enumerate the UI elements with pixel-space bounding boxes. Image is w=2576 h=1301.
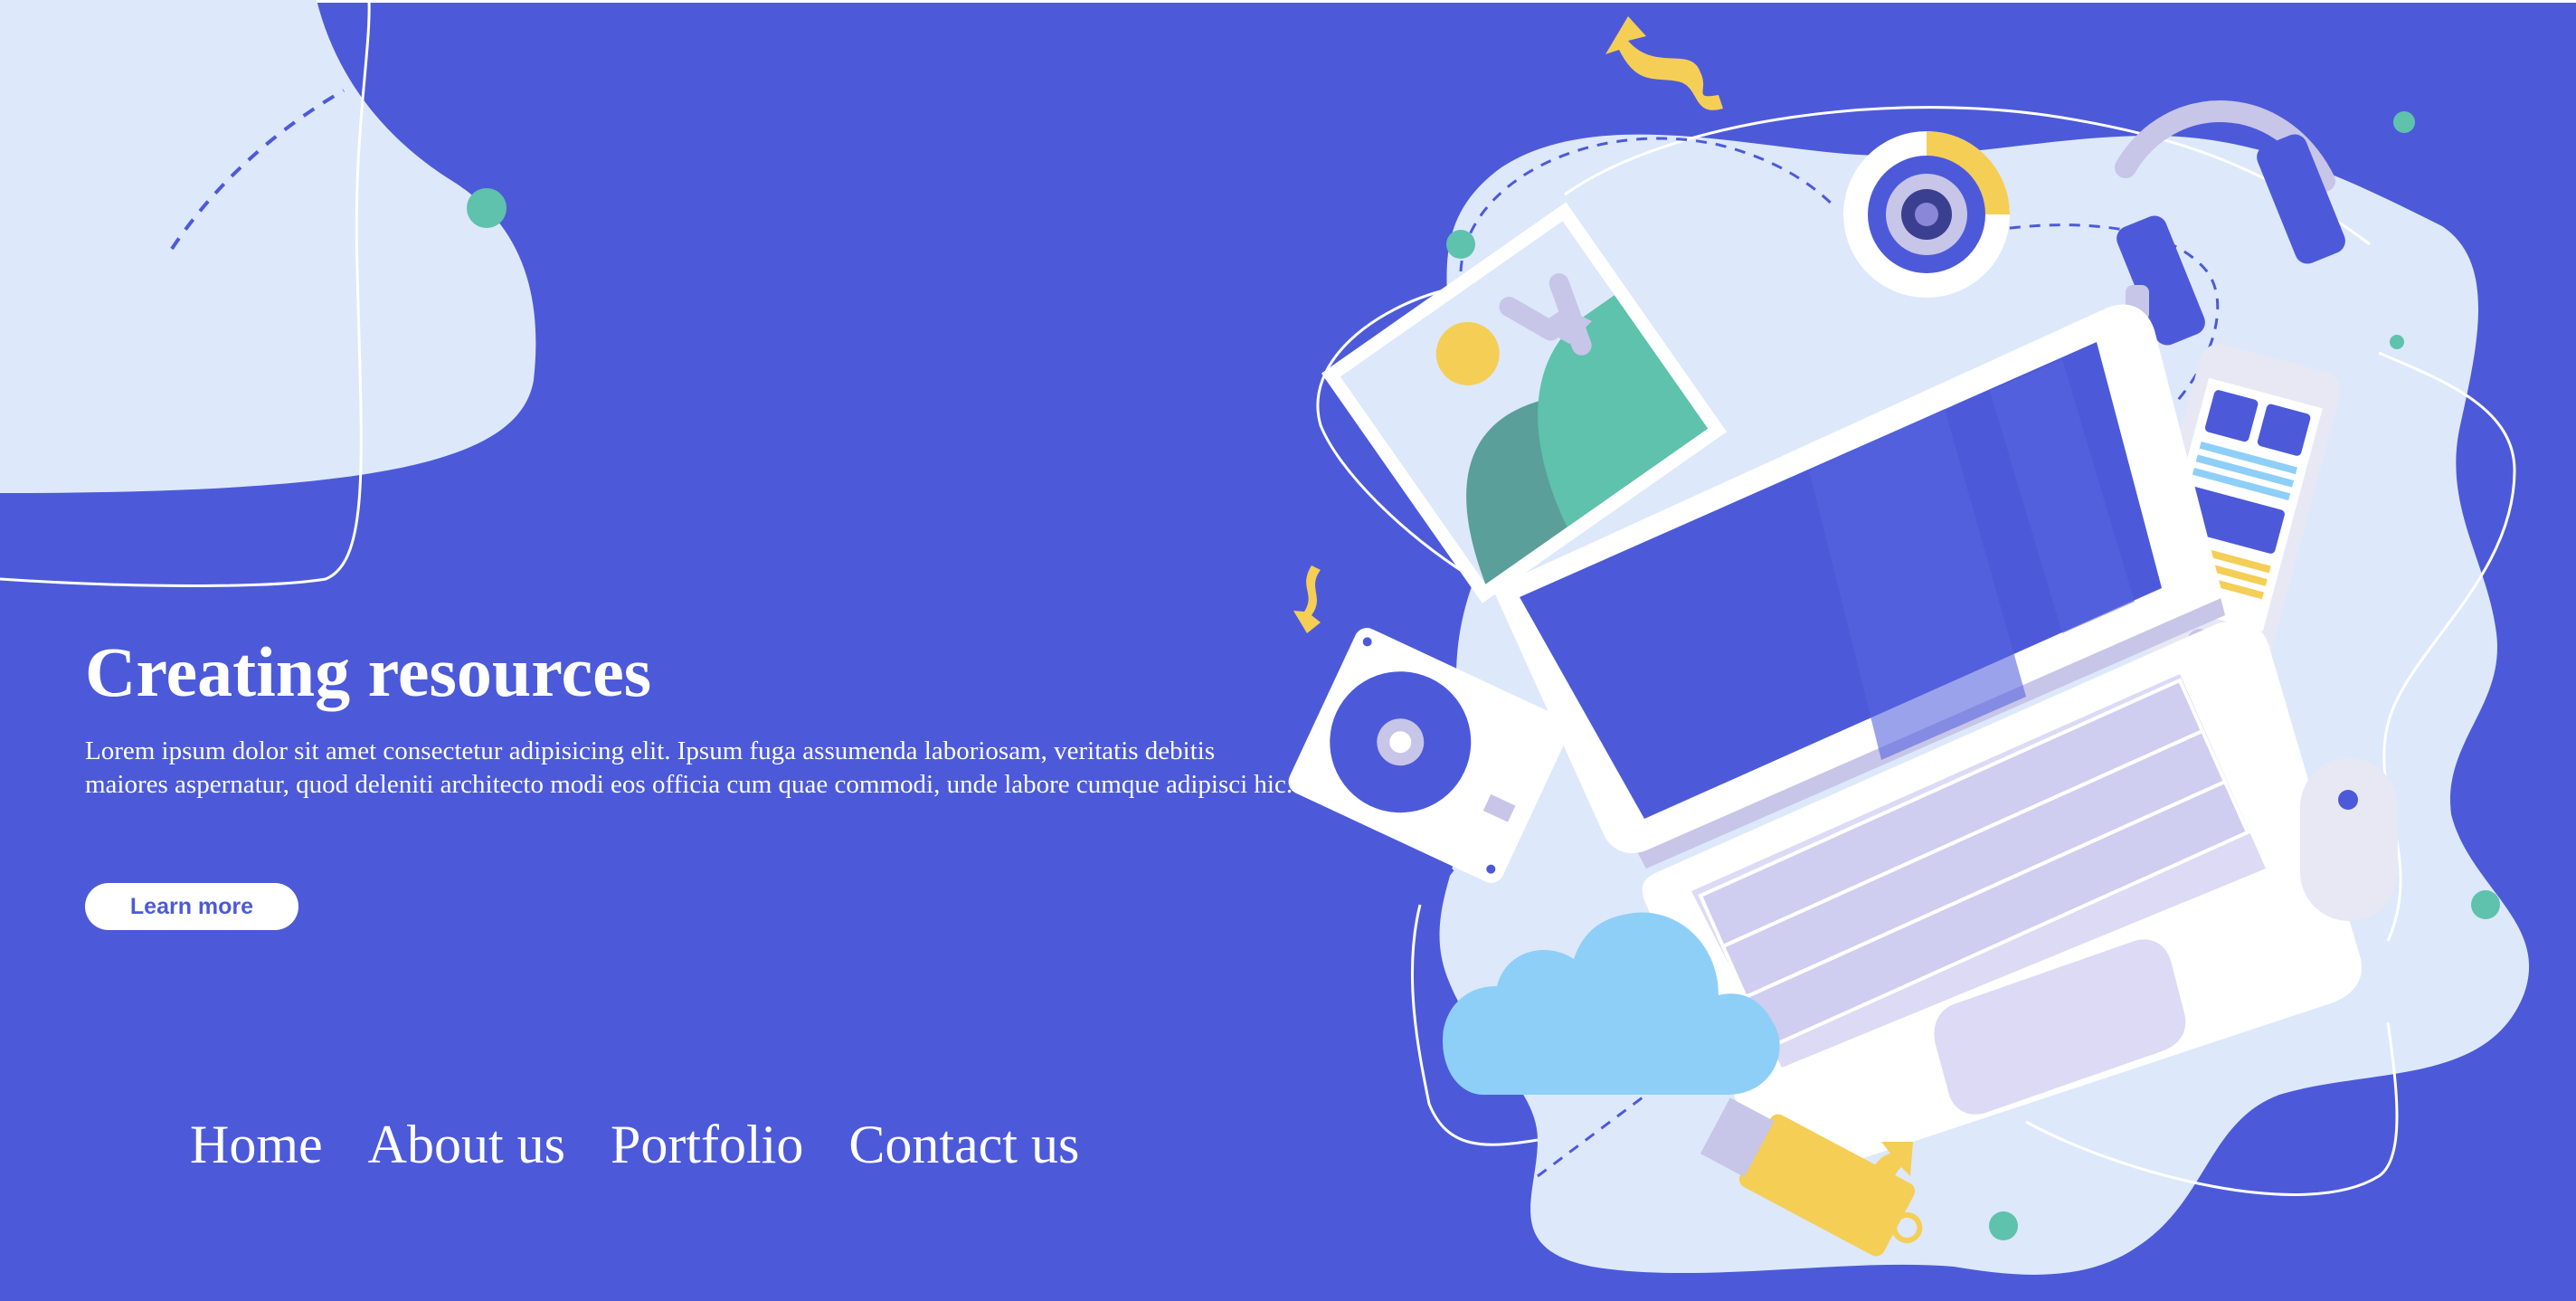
nav-item-about-us[interactable]: About us — [368, 1117, 565, 1172]
nav-item-home[interactable]: Home — [190, 1117, 323, 1172]
decorative-blob — [0, 0, 536, 587]
hero-description: Lorem ipsum dolor sit amet consectetur a… — [85, 736, 1293, 799]
mouse-icon — [2300, 758, 2398, 921]
hero-section: Creating resources Lorem ipsum dolor sit… — [85, 633, 1306, 802]
nav-item-portfolio[interactable]: Portfolio — [611, 1117, 803, 1172]
workspace-illustration — [1288, 16, 2530, 1275]
learn-more-button[interactable]: Learn more — [85, 883, 298, 930]
nav-item-contact-us[interactable]: Contact us — [848, 1117, 1079, 1172]
bottom-nav: Home About us Portfolio Contact us — [190, 1117, 1079, 1172]
hero-title: Creating resources — [85, 632, 652, 711]
